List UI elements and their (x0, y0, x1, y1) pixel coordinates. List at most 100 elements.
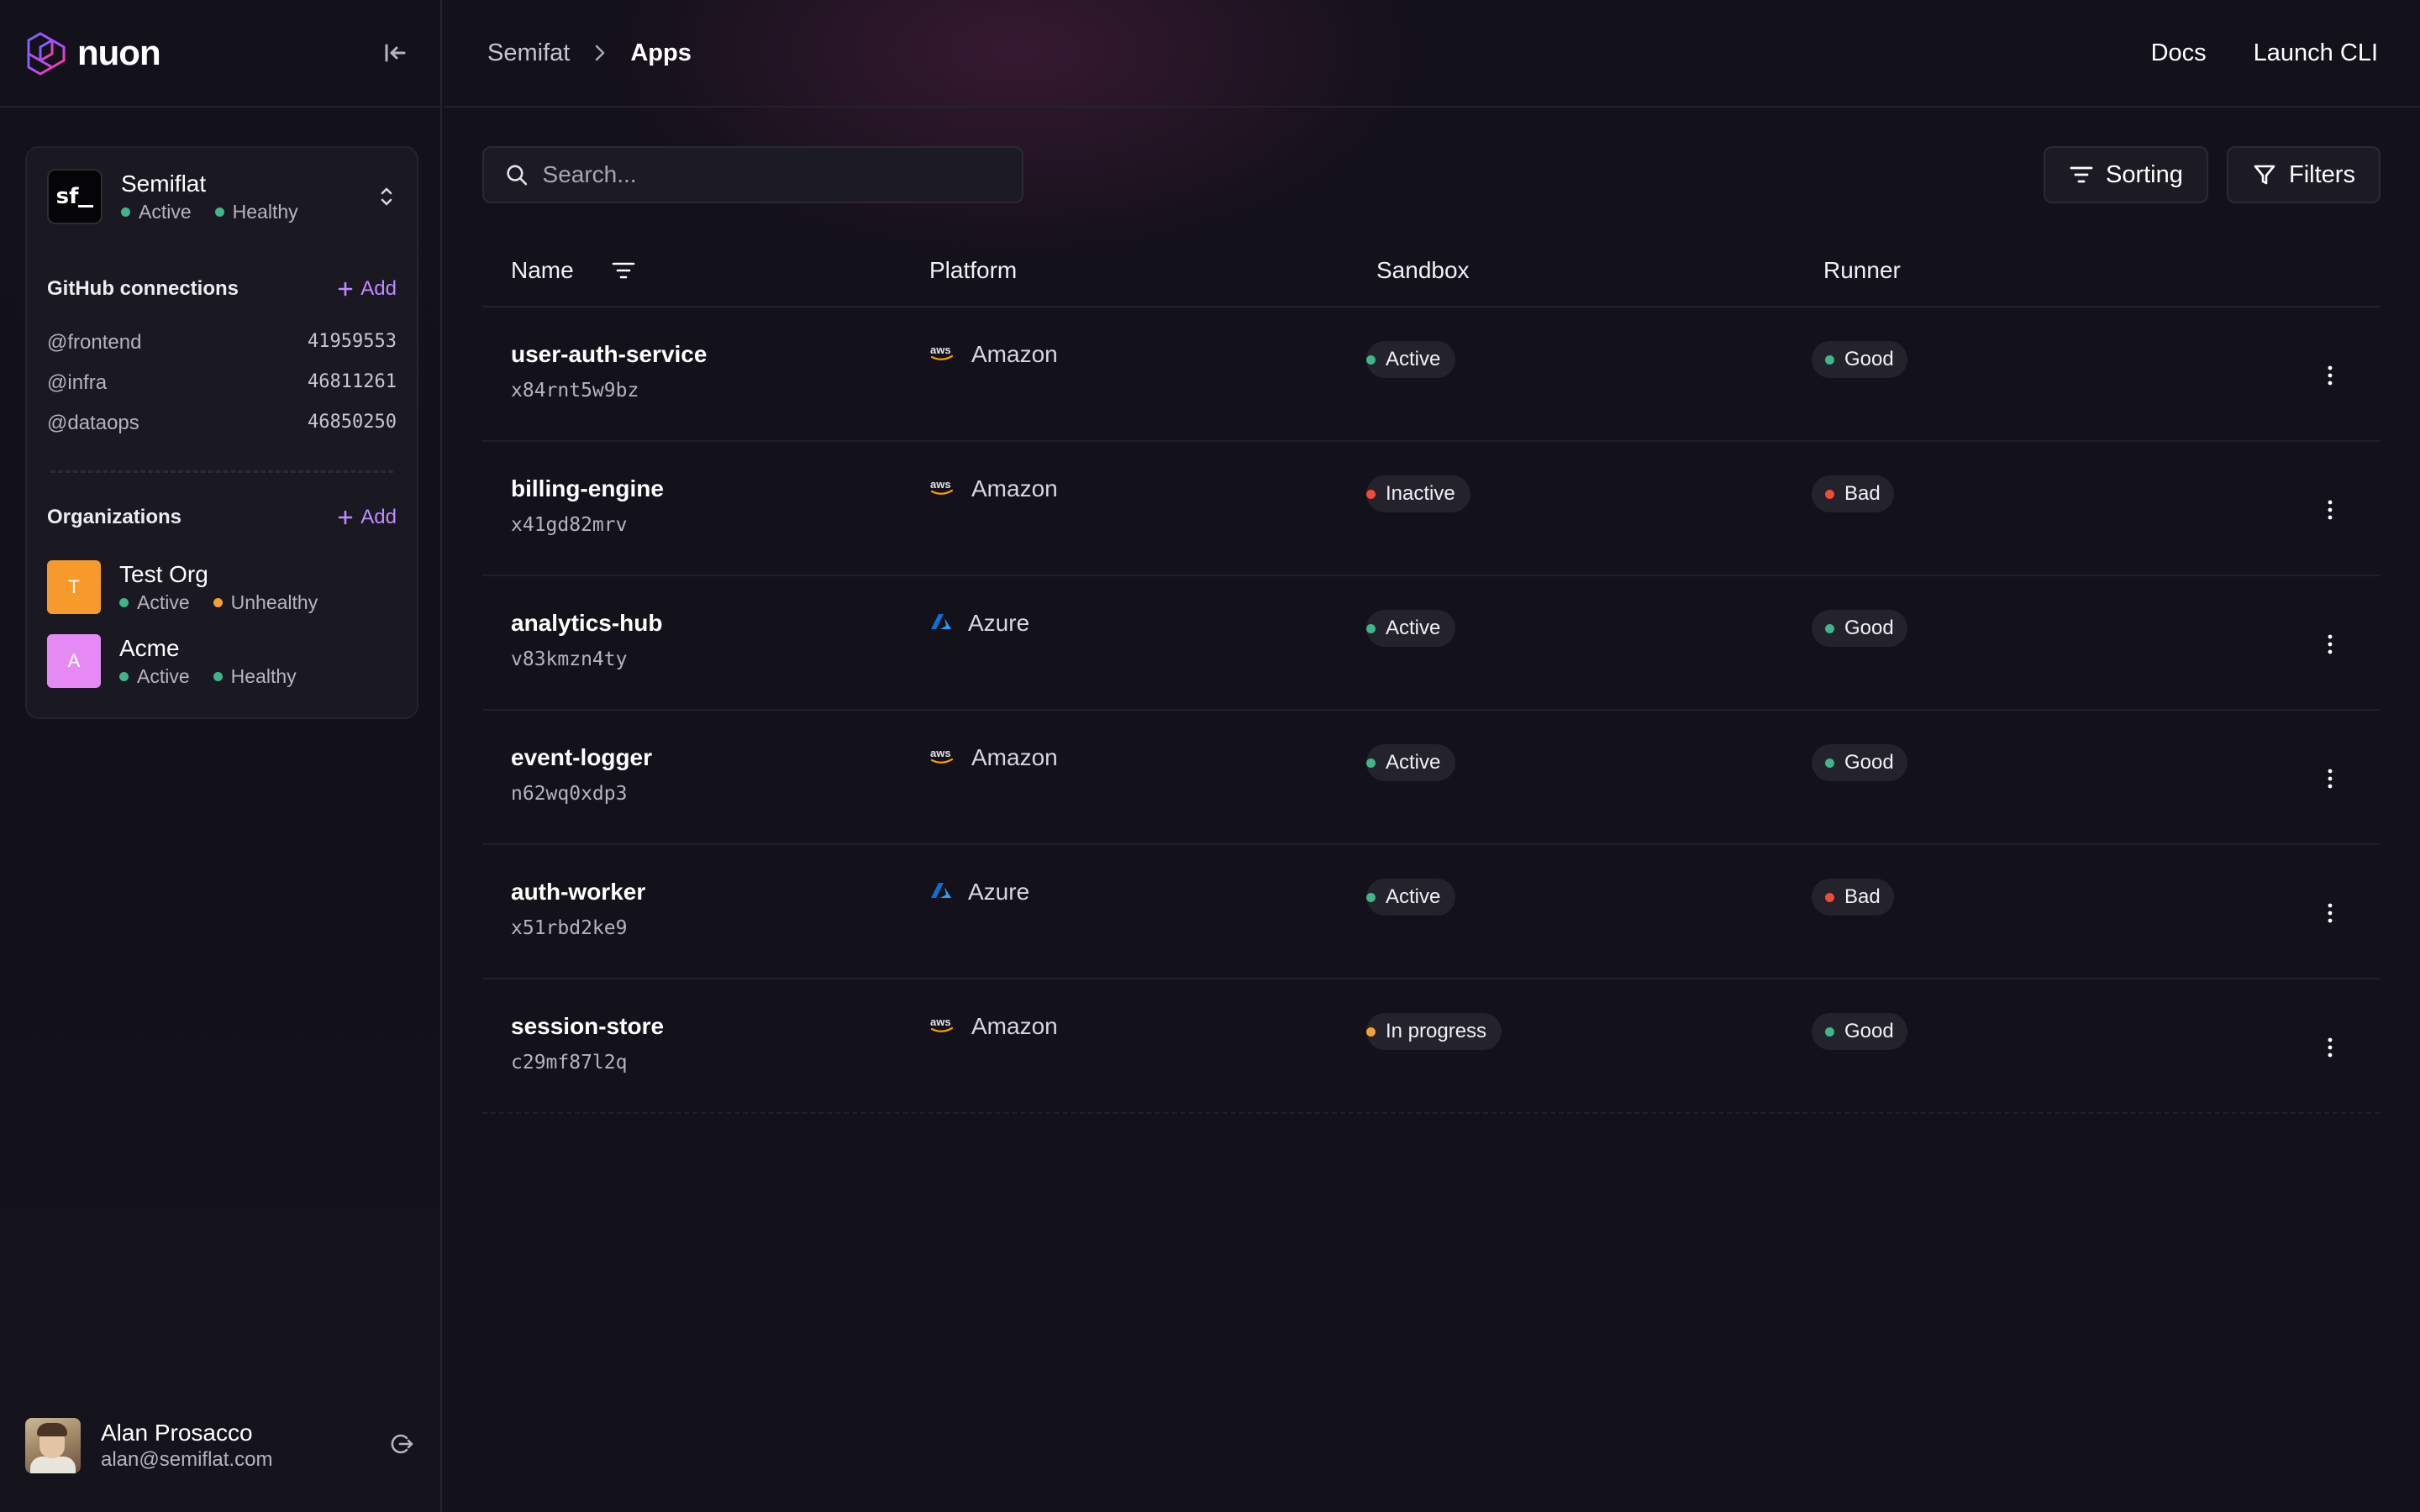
status-dot-icon (1825, 1026, 1834, 1037)
org-status: Active (139, 200, 192, 223)
docs-link[interactable]: Docs (2151, 39, 2207, 67)
column-header-runner[interactable]: Runner (1823, 257, 2270, 284)
platform-cell: aws Amazon (929, 307, 1376, 440)
organizations-header: Organizations Add (47, 506, 397, 529)
health-dot-icon (213, 597, 223, 607)
org-name: Semiflat (121, 170, 207, 197)
app-name[interactable]: event-logger (511, 744, 652, 771)
column-header-sandbox[interactable]: Sandbox (1376, 257, 1823, 284)
status-dot-icon (1366, 354, 1376, 365)
org-switcher[interactable]: sf Semiflat Active Healthy (47, 166, 397, 227)
filter-funnel-icon (2254, 165, 2275, 185)
nuon-logo[interactable]: nuon (25, 25, 161, 81)
organization-item[interactable]: T Test Org Active Unhealthy (47, 559, 397, 615)
sorting-button[interactable]: Sorting (2044, 146, 2208, 203)
organization-item[interactable]: A Acme Active Healthy (47, 633, 397, 689)
sidebar-header: nuon (0, 0, 440, 108)
github-id: 46850250 (308, 412, 397, 433)
sandbox-status: Inactive (1386, 482, 1455, 505)
github-connections-header: GitHub connections Add (47, 277, 397, 301)
user-info: Alan Prosacco alan@semiflat.com (101, 1420, 272, 1472)
runner-cell: Good (1812, 576, 2270, 709)
breadcrumb: Semifat Apps (487, 39, 692, 67)
github-connection-row[interactable]: @dataops 46850250 (47, 412, 397, 435)
app-name-cell: analytics-hub v83kmzn4ty (482, 576, 929, 709)
org-status-line: Active Unhealthy (119, 591, 318, 614)
app-name[interactable]: session-store (511, 1013, 664, 1040)
more-vertical-icon (2328, 1037, 2333, 1058)
row-actions-button[interactable] (2270, 442, 2380, 575)
runner-status: Good (1844, 751, 1894, 774)
runner-status: Good (1844, 1020, 1894, 1042)
platform-cell: aws Amazon (929, 442, 1376, 575)
status-dot-icon (1825, 489, 1834, 499)
row-actions-button[interactable] (2270, 979, 2380, 1112)
github-connection-row[interactable]: @frontend 41959553 (47, 331, 397, 354)
runner-status: Good (1844, 617, 1894, 639)
app-id: x84rnt5w9bz (511, 380, 639, 402)
status-dot-icon (119, 597, 129, 607)
plus-icon (338, 510, 353, 525)
table-row[interactable]: session-store c29mf87l2q aws Amazon In p… (482, 979, 2380, 1114)
search-input[interactable] (542, 161, 1002, 188)
app-id: x51rbd2ke9 (511, 917, 628, 939)
row-actions-button[interactable] (2270, 845, 2380, 978)
add-organization-button[interactable]: Add (337, 506, 397, 529)
table-row[interactable]: event-logger n62wq0xdp3 aws Amazon Activ… (482, 711, 2380, 845)
status-dot-icon (1825, 354, 1834, 365)
app-name[interactable]: auth-worker (511, 879, 645, 906)
runner-cell: Bad (1812, 442, 2270, 575)
aws-icon: aws (930, 747, 954, 764)
avatar[interactable] (25, 1418, 81, 1473)
platform-name: Azure (968, 610, 1030, 636)
collapse-sidebar-button[interactable] (375, 33, 415, 73)
column-header-name[interactable]: Name (482, 257, 929, 284)
sort-lines-icon[interactable] (611, 260, 636, 281)
app-name[interactable]: user-auth-service (511, 341, 707, 368)
app-id: n62wq0xdp3 (511, 783, 628, 805)
row-actions-button[interactable] (2270, 711, 2380, 843)
org-health: Unhealthy (230, 591, 318, 613)
add-label: Add (360, 506, 397, 528)
table-row[interactable]: auth-worker x51rbd2ke9 Azure Active Bad (482, 845, 2380, 979)
github-handle: @frontend (47, 331, 142, 354)
add-github-connection-button[interactable]: Add (337, 277, 397, 301)
launch-cli-link[interactable]: Launch CLI (2254, 39, 2378, 67)
sandbox-status: In progress (1386, 1020, 1487, 1042)
more-vertical-icon (2328, 769, 2333, 789)
sandbox-cell: Active (1366, 711, 1823, 843)
runner-status-badge: Bad (1812, 879, 1894, 916)
app-name-cell: user-auth-service x84rnt5w9bz (482, 307, 929, 440)
status-dot-icon (1366, 1026, 1376, 1037)
table-row[interactable]: billing-engine x41gd82mrv aws Amazon Ina… (482, 442, 2380, 576)
sandbox-cell: In progress (1366, 979, 1823, 1112)
row-actions-button[interactable] (2270, 576, 2380, 709)
column-header-platform[interactable]: Platform (929, 257, 1376, 284)
more-vertical-icon (2328, 500, 2333, 520)
row-actions-button[interactable] (2270, 307, 2380, 440)
plus-icon (338, 281, 353, 297)
table-row[interactable]: analytics-hub v83kmzn4ty Azure Active Go… (482, 576, 2380, 711)
nuon-logo-icon (27, 32, 66, 76)
svg-text:aws: aws (930, 747, 951, 759)
filters-label: Filters (2289, 160, 2355, 188)
github-id: 41959553 (308, 331, 397, 352)
org-initial: T (68, 576, 80, 597)
svg-text:aws: aws (930, 478, 951, 491)
filters-button[interactable]: Filters (2227, 146, 2381, 203)
app-name-cell: event-logger n62wq0xdp3 (482, 711, 929, 843)
health-dot-icon (213, 671, 223, 681)
sandbox-cell: Active (1366, 576, 1823, 709)
org-info: Test Org Active Unhealthy (119, 561, 318, 614)
sandbox-status-badge: Active (1366, 610, 1456, 647)
logout-button[interactable] (388, 1431, 415, 1462)
app-name[interactable]: billing-engine (511, 475, 664, 502)
section-divider (50, 470, 393, 473)
table-row[interactable]: user-auth-service x84rnt5w9bz aws Amazon… (482, 307, 2380, 442)
github-connection-row[interactable]: @infra 46811261 (47, 371, 397, 395)
platform-name: Azure (968, 879, 1030, 905)
status-dot-icon (1825, 892, 1834, 902)
app-name[interactable]: analytics-hub (511, 610, 662, 637)
breadcrumb-parent[interactable]: Semifat (487, 39, 570, 67)
runner-status-badge: Good (1812, 1013, 1907, 1050)
